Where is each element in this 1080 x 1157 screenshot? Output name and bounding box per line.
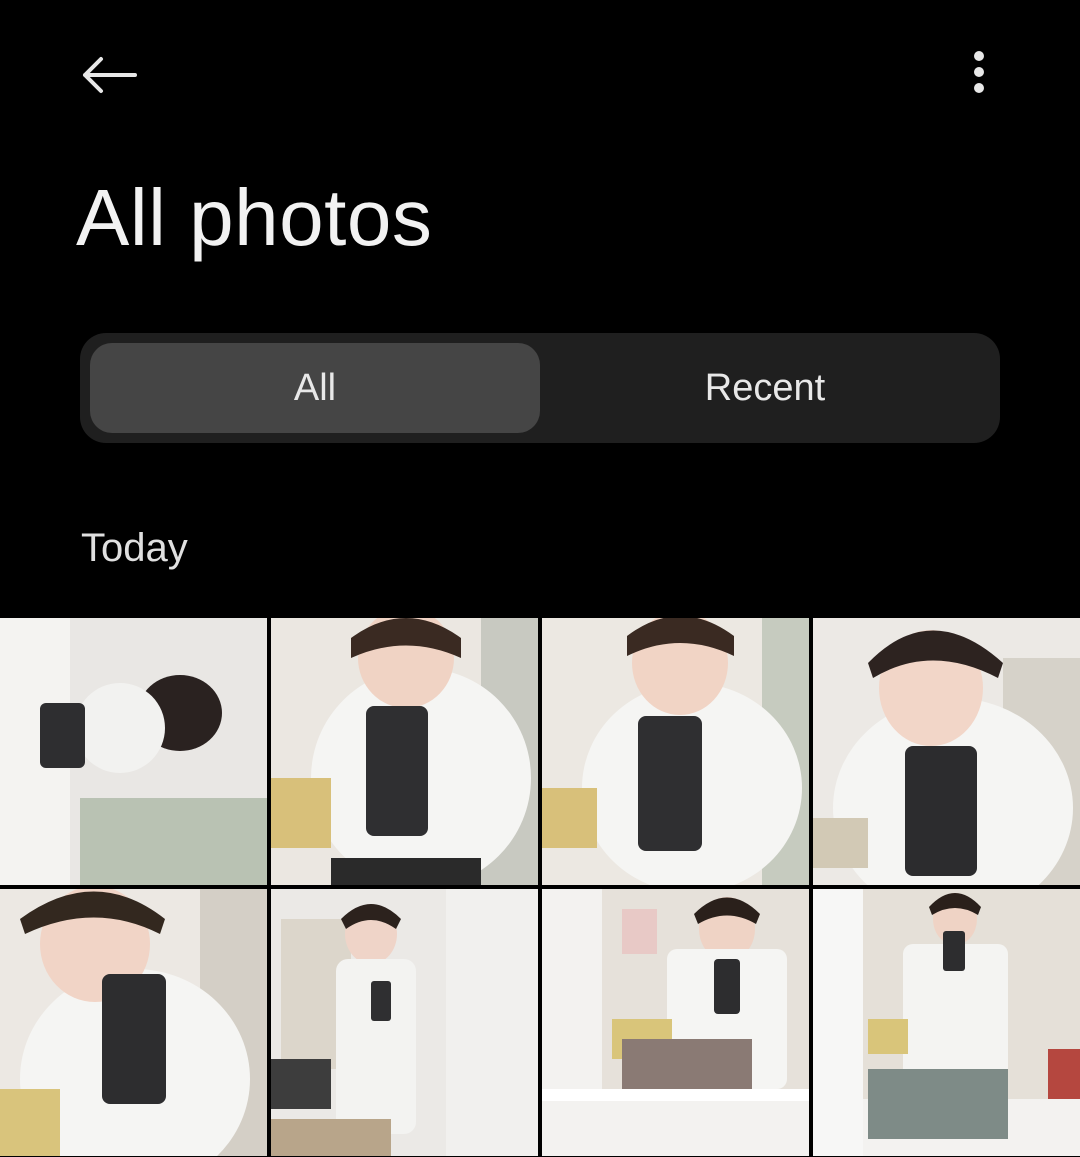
photo-thumbnail[interactable] <box>542 889 809 1156</box>
back-button[interactable] <box>66 40 152 110</box>
filter-segmented-control: All Recent <box>80 333 1000 443</box>
tab-all[interactable]: All <box>90 343 540 433</box>
photo-thumbnail[interactable] <box>813 618 1080 885</box>
tab-recent[interactable]: Recent <box>540 343 990 433</box>
photo-thumbnail[interactable] <box>542 618 809 885</box>
photo-grid <box>0 618 1080 1157</box>
more-options-button[interactable] <box>950 40 1008 110</box>
photo-thumbnail[interactable] <box>271 889 538 1156</box>
photo-thumbnail[interactable] <box>0 889 267 1156</box>
more-vertical-icon <box>974 51 984 93</box>
page-title: All photos <box>76 173 433 262</box>
section-header-today: Today <box>81 526 188 570</box>
photo-thumbnail[interactable] <box>0 618 267 885</box>
photo-thumbnail[interactable] <box>813 889 1080 1156</box>
photo-thumbnail[interactable] <box>271 618 538 885</box>
top-app-bar <box>0 0 1080 150</box>
arrow-left-icon <box>83 57 137 93</box>
